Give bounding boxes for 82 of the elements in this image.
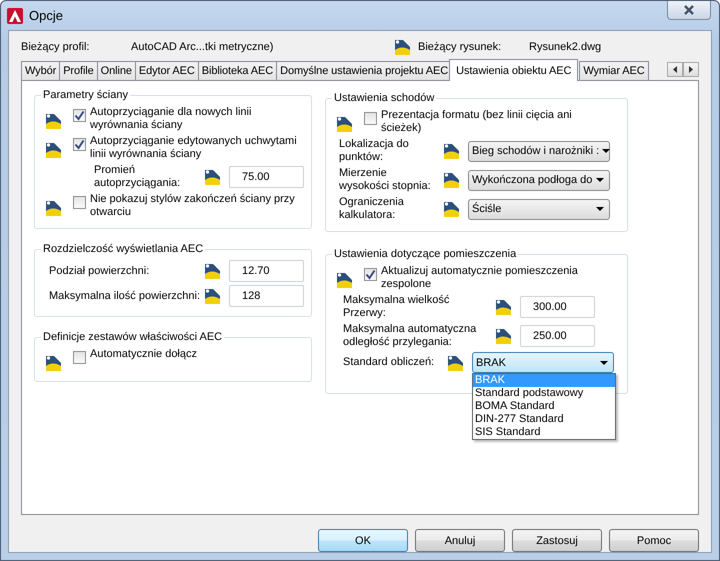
caret-icon <box>596 207 604 211</box>
sheet-icon <box>447 354 464 372</box>
sheet-icon <box>394 38 411 56</box>
tab[interactable]: Biblioteka AEC <box>198 61 278 80</box>
profile-label: Bieżący profil: <box>21 41 90 53</box>
dialog-button[interactable]: Zastosuj <box>512 529 602 552</box>
dropdown-option[interactable]: SIS Standard <box>473 426 615 439</box>
input-field[interactable]: 75.00 <box>229 166 304 188</box>
sheet-icon <box>204 262 221 280</box>
sheet-icon <box>336 115 353 133</box>
dropdown[interactable]: Ściśle <box>468 198 610 220</box>
sheet-icon <box>204 287 221 305</box>
checkbox[interactable] <box>364 268 377 281</box>
sheet-icon <box>204 168 221 186</box>
sheet-icon <box>45 112 62 130</box>
checkbox-label: Aktualizuj automatycznie pomieszczenia zespolone <box>381 265 579 291</box>
field-label: Podział powierzchni: <box>49 264 150 278</box>
group-title: Ustawienia dotyczące pomieszczenia <box>333 248 518 260</box>
input-field[interactable]: 128 <box>229 285 304 307</box>
close-button[interactable] <box>667 1 711 20</box>
close-icon <box>683 5 695 15</box>
checkbox-label: Automatycznie dołącz <box>90 348 197 361</box>
dropdown[interactable]: Wykończona podłoga do <box>468 170 610 190</box>
tab[interactable]: Wybór <box>21 61 60 80</box>
checkbox[interactable] <box>73 351 86 364</box>
checkbox-label: Nie pokazuj stylów zakończeń ściany przy otwarciu <box>90 193 296 219</box>
checkbox-label: Autoprzyciąganie edytowanych uchwytami linii wyrównania ściany <box>90 135 298 161</box>
dialog-button[interactable]: Pomoc <box>609 529 699 552</box>
caret-icon <box>602 149 610 153</box>
tab[interactable]: Edytor AEC <box>134 61 199 80</box>
profile-value: AutoCAD Arc...tki metryczne) <box>131 41 274 53</box>
group-title: Parametry ściany <box>42 89 129 101</box>
sheet-icon <box>45 141 62 159</box>
caret-icon <box>596 178 604 182</box>
field-label: Maksymalna ilość powierzchni: <box>49 290 200 302</box>
field-label: Promień autoprzyciągania: <box>94 164 182 190</box>
field-label: Standard obliczeń: <box>343 356 436 369</box>
sheet-icon <box>443 200 460 218</box>
input-field[interactable]: 250.00 <box>520 325 595 347</box>
drawing-label: Bieżący rysunek: <box>418 41 502 53</box>
dropdown[interactable]: BRAK <box>472 352 614 373</box>
tab[interactable]: Ustawienia obiektu AEC <box>449 59 578 81</box>
sheet-icon <box>443 142 460 160</box>
checkbox[interactable] <box>364 112 377 125</box>
checkbox[interactable] <box>73 196 86 209</box>
tab[interactable]: Online <box>96 61 136 80</box>
checkbox[interactable] <box>73 138 86 151</box>
sheet-icon <box>495 327 512 345</box>
input-field[interactable]: 12.70 <box>229 260 304 282</box>
group-title: Rozdzielczość wyświetlania AEC <box>42 243 204 255</box>
tab[interactable]: Wymiar AEC <box>579 61 649 80</box>
checkbox-label: Prezentacja formatu (bez linii cięcia ani ścieżek) <box>381 109 573 135</box>
group-title: Ustawienia schodów <box>333 92 436 104</box>
field-label: Maksymalna automatyczna odległość przylegania: <box>343 323 478 349</box>
field-label: Maksymalna wielkość Przerwy: <box>343 294 450 320</box>
sheet-icon <box>45 199 62 217</box>
right-triangle-icon <box>689 66 693 73</box>
left-triangle-icon <box>673 66 677 73</box>
dialog-button[interactable]: Anuluj <box>415 529 505 552</box>
tab[interactable]: Profile <box>59 61 98 80</box>
checkbox[interactable] <box>73 109 86 122</box>
sheet-icon <box>443 171 460 189</box>
field-label: Mierzenie wysokości stopnia: <box>339 167 432 193</box>
app-icon <box>7 8 23 24</box>
window-title: Opcje <box>29 8 63 23</box>
dropdown[interactable]: Bieg schodów i narożniki : <box>468 140 610 162</box>
scroll-left-button[interactable] <box>667 62 683 77</box>
sheet-icon <box>336 271 353 289</box>
dialog-button[interactable]: OK <box>318 529 408 552</box>
sheet-icon <box>45 354 62 372</box>
checkbox-label: Autoprzyciąganie dla nowych linii wyrównania ściany <box>90 106 252 132</box>
scroll-right-button[interactable] <box>683 62 699 77</box>
field-label: Lokalizacja do punktów: <box>339 138 410 164</box>
field-label: Ograniczenia kalkulatora: <box>339 196 405 222</box>
sheet-icon <box>495 298 512 316</box>
caret-icon <box>600 360 608 364</box>
group-title: Definicje zestawów właściwości AEC <box>42 331 224 343</box>
input-field[interactable]: 300.00 <box>520 296 595 318</box>
dropdown-option[interactable]: Standard podstawowy <box>473 387 615 400</box>
drawing-value: Rysunek2.dwg <box>529 41 602 53</box>
dropdown-option[interactable]: BOMA Standard <box>473 400 615 413</box>
dropdown-option[interactable]: DIN-277 Standard <box>473 413 615 426</box>
